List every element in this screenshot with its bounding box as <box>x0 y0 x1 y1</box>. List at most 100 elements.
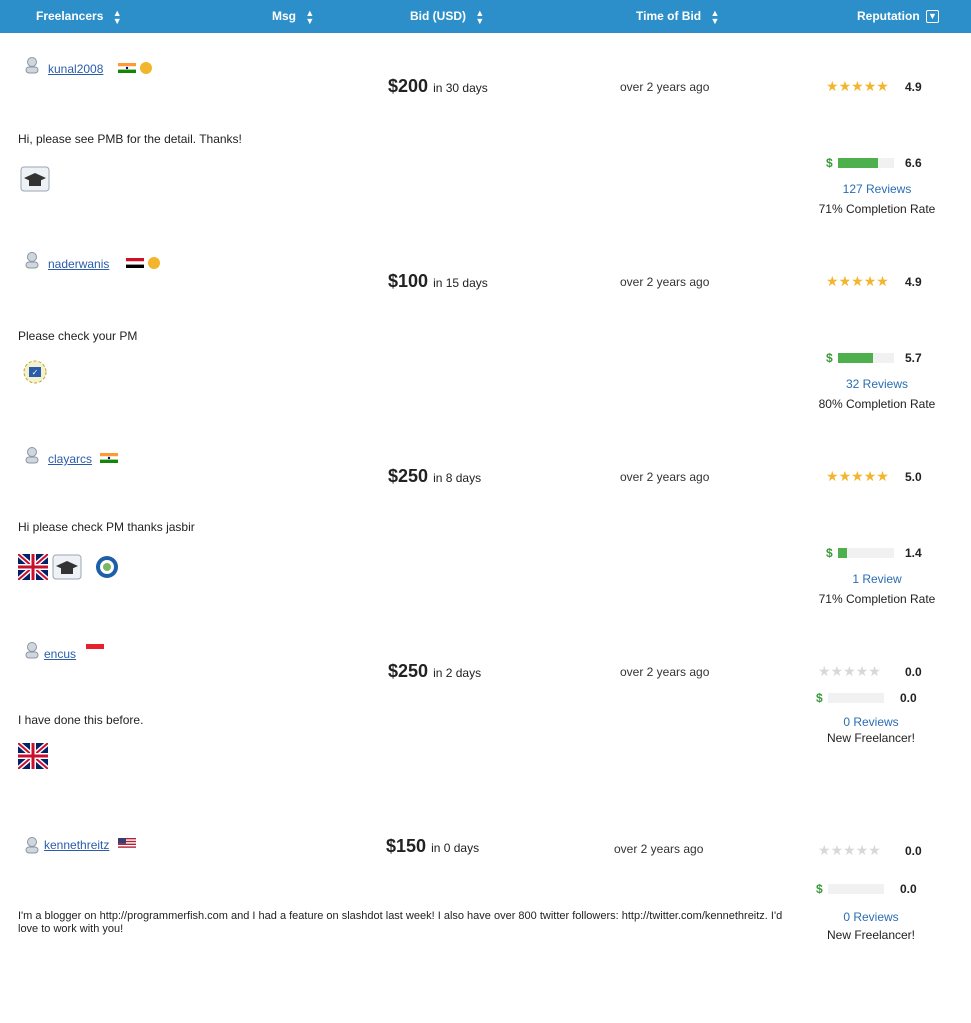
avatar-icon <box>25 252 39 269</box>
bid-amount: $100 in 15 days <box>388 271 488 291</box>
rating-value: 0.0 <box>905 844 922 858</box>
sort-down-icon[interactable]: ▼ <box>926 10 940 24</box>
uk-flag-icon <box>18 554 48 580</box>
bid-days: in 2 days <box>433 666 482 680</box>
avatar-icon <box>25 837 39 854</box>
bid-amount: $250 in 8 days <box>388 466 482 486</box>
sort-icon[interactable]: ▲ ▼ <box>113 8 122 25</box>
star-icon: ★ <box>830 842 844 858</box>
star-icon: ★ <box>843 663 856 679</box>
earnings-score: 6.6 <box>905 156 922 170</box>
column-freelancers[interactable]: Freelancers ▲ ▼ <box>36 0 122 33</box>
bid-time: over 2 years ago <box>620 665 710 679</box>
star-icon: ★ <box>863 468 877 484</box>
column-msg[interactable]: Msg ▲ ▼ <box>272 0 314 33</box>
column-msg-label: Msg <box>272 9 296 23</box>
bid-days: in 0 days <box>431 841 480 855</box>
star-icon: ★ <box>851 273 864 289</box>
column-reputation[interactable]: Reputation ▼ <box>857 0 940 33</box>
bid-message: Hi please check PM thanks jasbir <box>18 520 195 534</box>
freelancer-name-link[interactable]: kennethreitz <box>44 838 109 852</box>
earnings-score: 5.7 <box>905 351 922 365</box>
sort-icon[interactable]: ▲ ▼ <box>475 8 484 25</box>
india-flag-icon <box>118 63 136 73</box>
earnings-bar <box>838 353 894 363</box>
rating-value: 4.9 <box>905 275 922 289</box>
earnings-bar <box>838 158 894 168</box>
earnings-bar-fill <box>838 548 847 558</box>
star-icon: ★ <box>876 78 889 94</box>
bid-time: over 2 years ago <box>620 80 710 94</box>
freelancer-name-link[interactable]: clayarcs <box>48 452 92 466</box>
completion-rate: 71% Completion Rate <box>818 592 936 606</box>
star-icon: ★ <box>818 842 831 858</box>
freelancer-name-link[interactable]: naderwanis <box>48 257 109 271</box>
seal-icon <box>96 556 118 578</box>
reviews-link[interactable]: 32 Reviews <box>800 377 954 391</box>
certified-gear-icon: ✓ <box>23 360 47 384</box>
table-row: encus $250 in 2 days over 2 years ago I … <box>0 633 971 828</box>
column-time-label: Time of Bid <box>636 9 702 23</box>
reviews-link[interactable]: 0 Reviews <box>794 910 948 924</box>
bid-time: over 2 years ago <box>620 275 710 289</box>
star-icon: ★ <box>830 663 844 679</box>
star-icon: ★ <box>838 468 852 484</box>
star-rating: ★★★★★ <box>818 842 881 860</box>
column-bid[interactable]: Bid (USD) ▲ ▼ <box>410 0 484 33</box>
rating-value: 4.9 <box>905 80 922 94</box>
preferred-freelancer-icon <box>140 62 152 74</box>
bid-days: in 30 days <box>433 81 488 95</box>
earnings-score: 1.4 <box>905 546 922 560</box>
star-icon: ★ <box>868 663 881 679</box>
reviews-link[interactable]: 127 Reviews <box>800 182 954 196</box>
column-time[interactable]: Time of Bid ▲ ▼ <box>636 0 719 33</box>
earnings-bar-fill <box>838 353 873 363</box>
bid-message: Hi, please see PMB for the detail. Thank… <box>18 132 242 146</box>
avatar-icon <box>25 57 39 74</box>
star-icon: ★ <box>851 468 864 484</box>
bid-amount: $200 in 30 days <box>388 76 488 96</box>
star-icon: ★ <box>876 273 889 289</box>
earnings-bar <box>828 884 884 894</box>
usa-flag-icon <box>118 838 136 848</box>
bid-time: over 2 years ago <box>614 842 704 856</box>
column-reputation-label: Reputation <box>857 9 920 23</box>
freelancer-name-link[interactable]: kunal2008 <box>48 62 103 76</box>
reviews-link[interactable]: 0 Reviews <box>794 715 948 729</box>
reviews-link[interactable]: 1 Review <box>800 572 954 586</box>
completion-rate: New Freelancer! <box>826 731 916 745</box>
freelancer-name-link[interactable]: encus <box>44 647 76 661</box>
bid-amount: $150 in 0 days <box>386 836 480 856</box>
avatar-icon <box>25 642 39 659</box>
indonesia-flag-icon <box>86 644 104 654</box>
sort-icon[interactable]: ▲ ▼ <box>710 8 719 25</box>
bid-message: I have done this before. <box>18 713 144 727</box>
earnings-bar <box>828 693 884 703</box>
star-icon: ★ <box>838 78 852 94</box>
star-icon: ★ <box>855 842 869 858</box>
dollar-icon: $ <box>816 882 823 896</box>
earnings-bar-fill <box>838 158 879 168</box>
earnings-score: 0.0 <box>900 691 917 705</box>
column-freelancers-label: Freelancers <box>36 9 104 23</box>
star-icon: ★ <box>868 842 881 858</box>
table-row: kennethreitz $150 in 0 days over 2 years… <box>0 828 971 1023</box>
star-icon: ★ <box>818 663 831 679</box>
star-icon: ★ <box>863 78 877 94</box>
rating-value: 0.0 <box>905 665 922 679</box>
star-rating: ★★★★★ <box>818 663 881 681</box>
bid-days: in 8 days <box>433 471 482 485</box>
graduate-cap-icon <box>20 166 50 192</box>
table-row: kunal2008 $200 in 30 days over 2 years a… <box>0 48 971 243</box>
preferred-freelancer-icon <box>148 257 160 269</box>
graduate-cap-icon <box>52 554 82 580</box>
star-icon: ★ <box>863 273 877 289</box>
completion-rate: 71% Completion Rate <box>818 202 936 216</box>
sort-icon[interactable]: ▲ ▼ <box>305 8 314 25</box>
dollar-icon: $ <box>826 351 833 365</box>
star-icon: ★ <box>855 663 869 679</box>
india-flag-icon <box>100 453 118 463</box>
dollar-icon: $ <box>826 546 833 560</box>
table-row: naderwanis $100 in 15 days over 2 years … <box>0 243 971 438</box>
bid-days: in 15 days <box>433 276 488 290</box>
